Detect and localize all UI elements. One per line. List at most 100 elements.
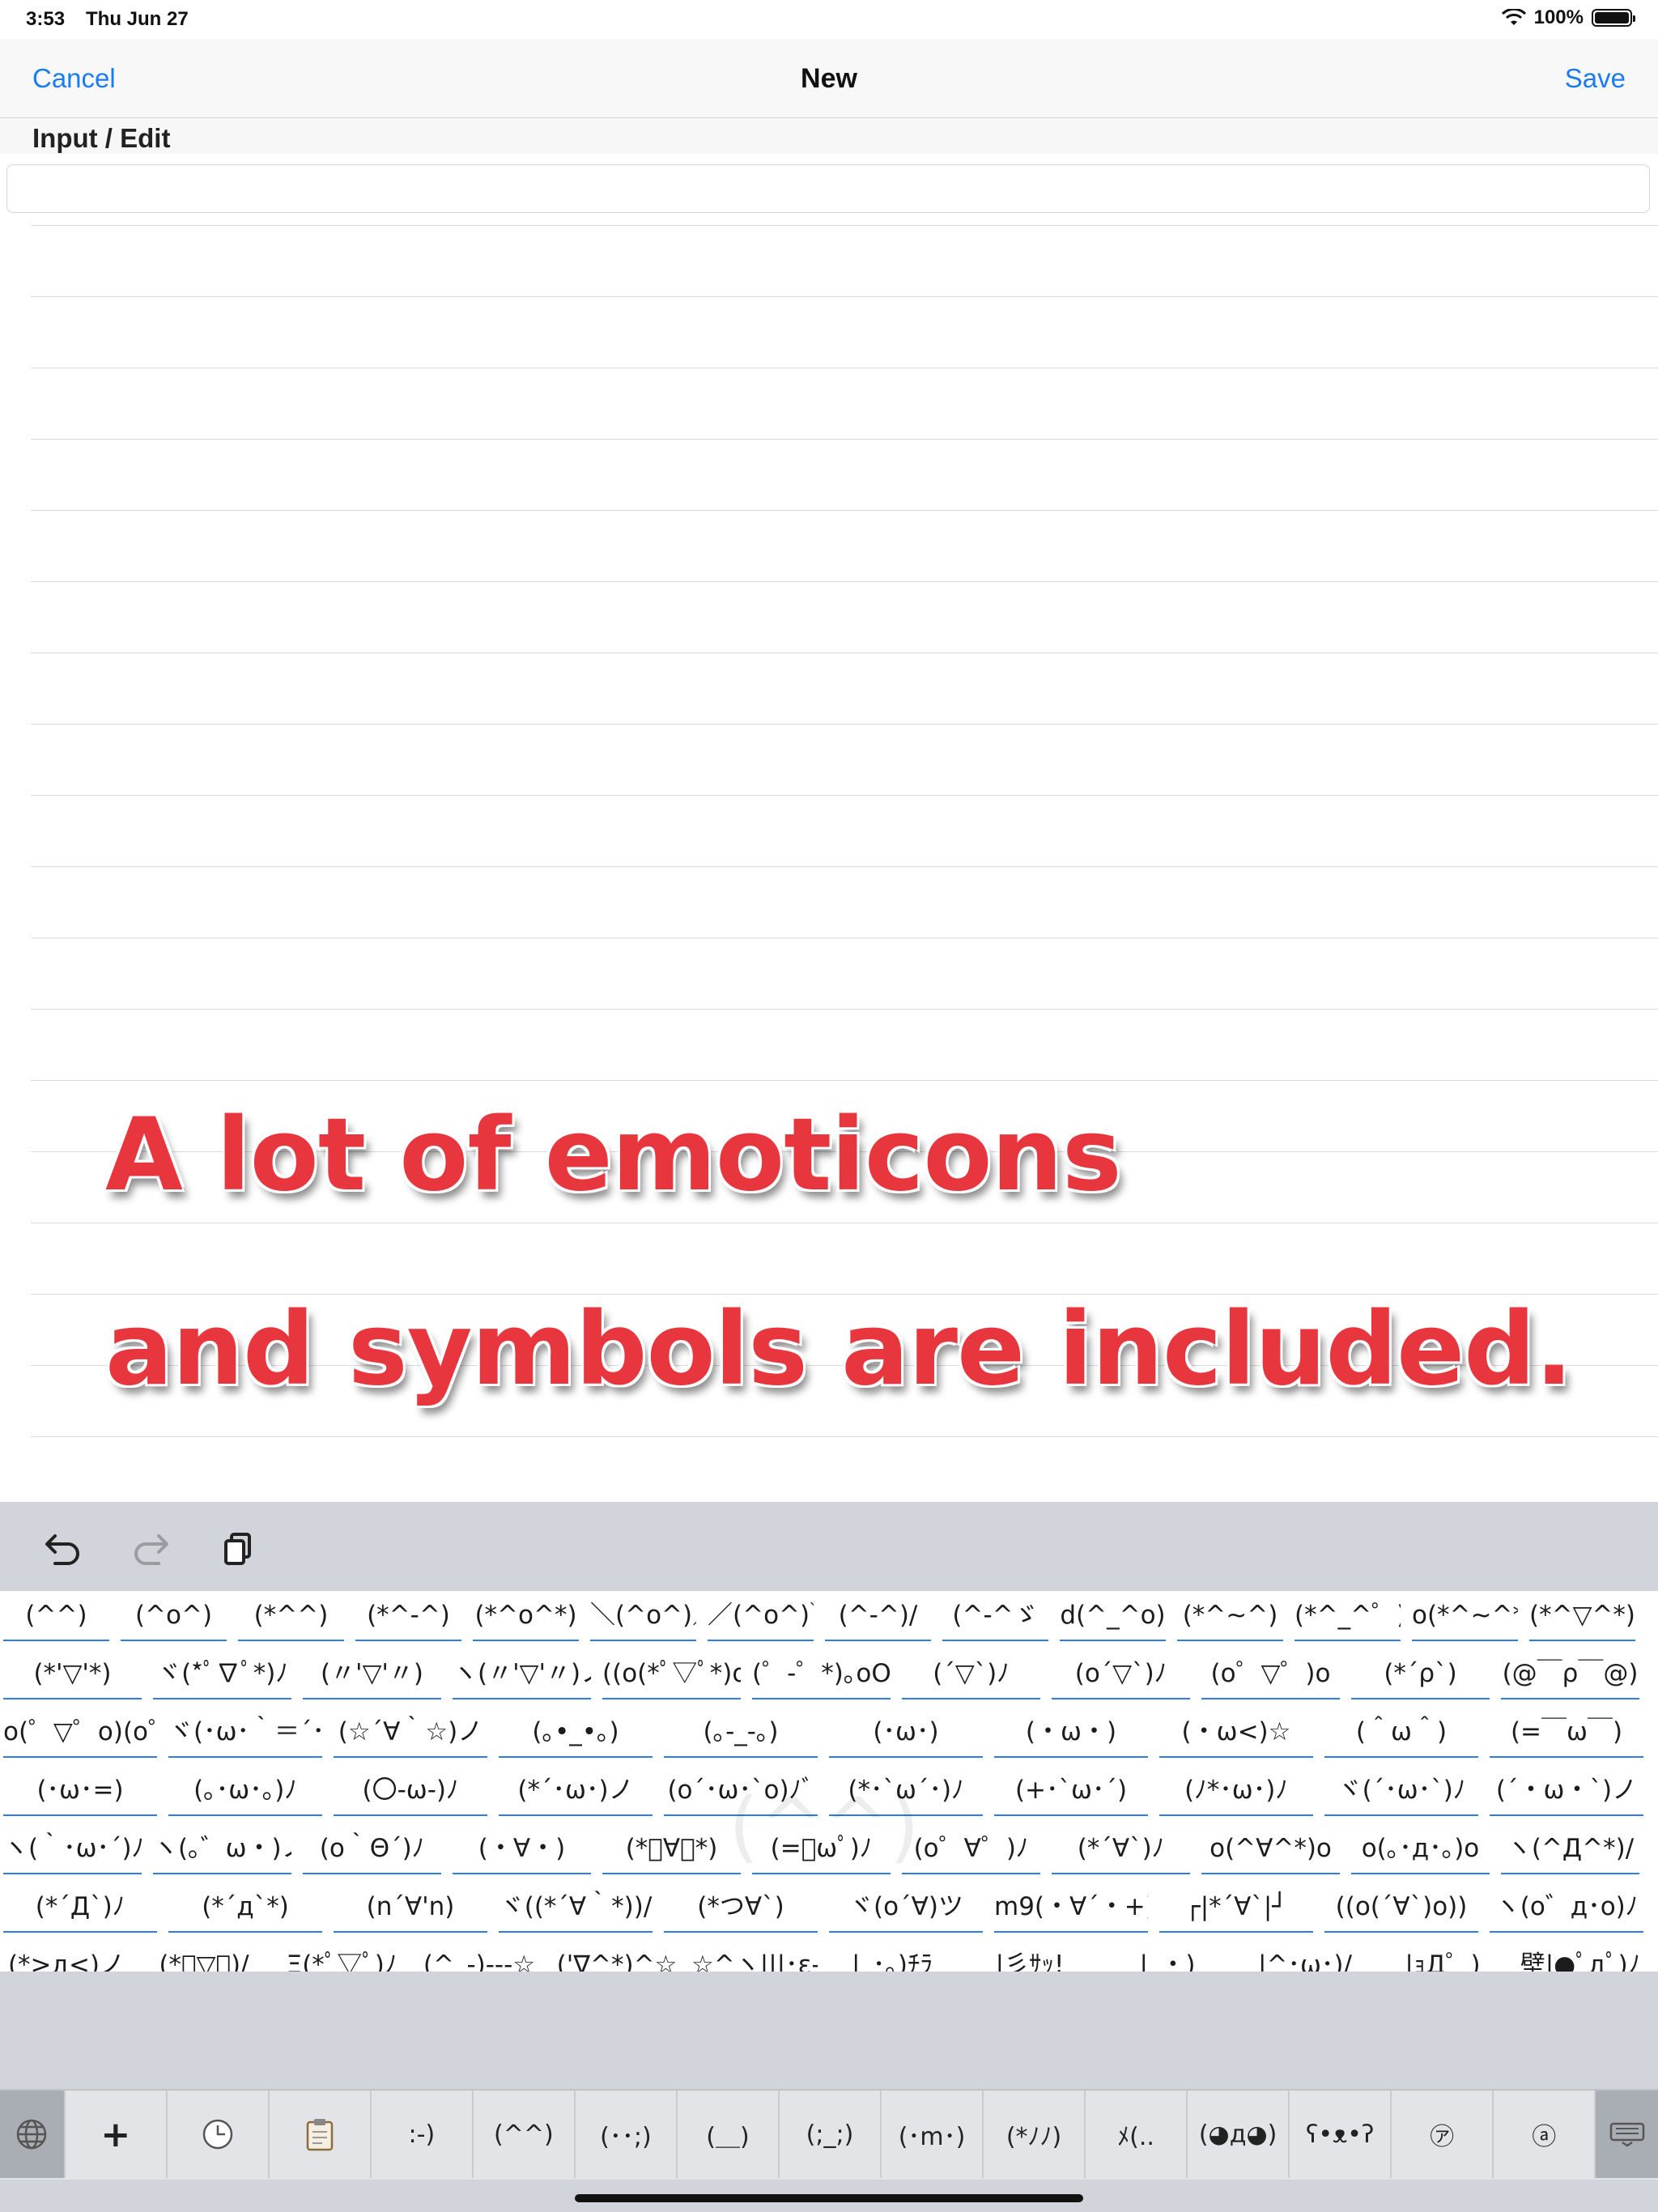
add-emoticon-button[interactable]: +: [66, 2091, 168, 2178]
emoticon-key[interactable]: (^^): [3, 1591, 109, 1641]
category-tab-5[interactable]: (;_;): [780, 2091, 882, 2178]
emoticon-key[interactable]: (゜-゜*)｡oO(): [752, 1649, 891, 1699]
emoticon-key[interactable]: (´▽`)ﾉ: [902, 1649, 1040, 1699]
emoticon-key[interactable]: (・ω<)☆: [1159, 1708, 1313, 1758]
emoticon-key[interactable]: m9(・∀´・+): [994, 1882, 1148, 1933]
emoticon-key[interactable]: ヾ(o´∀)ツ: [829, 1882, 983, 1933]
emoticon-key[interactable]: (*^^): [238, 1591, 344, 1641]
emoticon-key[interactable]: (*つ∀`): [664, 1882, 818, 1933]
emoticon-key[interactable]: (@￣ρ￣@): [1501, 1649, 1639, 1699]
home-indicator[interactable]: [575, 2194, 1083, 2202]
emoticon-key[interactable]: (o｀Θ´)ﾉ: [303, 1824, 441, 1874]
category-tab-7[interactable]: (*ﾉﾉ): [984, 2091, 1086, 2178]
emoticon-key[interactable]: (｡-_-｡): [664, 1708, 818, 1758]
emoticon-key[interactable]: ヾ(*ﾟ∇ﾟ*)ﾉ: [153, 1649, 291, 1699]
emoticon-key[interactable]: (=ﾟωﾟ)ﾉ: [752, 1824, 891, 1874]
emoticon-key[interactable]: ヾ(´･ω･`)ﾉ: [1324, 1766, 1478, 1816]
emoticon-key[interactable]: (o´▽`)ﾉ: [1052, 1649, 1190, 1699]
emoticon-key[interactable]: (*ﾟ∀ﾟ*): [602, 1824, 741, 1874]
emoticon-key[interactable]: d(^_^o): [1060, 1591, 1166, 1641]
emoticon-key[interactable]: (´・ω・`)ノ: [1490, 1766, 1643, 1816]
emoticon-key[interactable]: |彡ｻｯ!: [967, 1941, 1093, 1972]
emoticon-key[interactable]: ヾ((*´∀｀*))/: [499, 1882, 653, 1933]
emoticon-key[interactable]: ＼(^o^)／: [590, 1591, 696, 1641]
emoticon-key[interactable]: |ｮД゜): [1380, 1941, 1506, 1972]
emoticon-key[interactable]: (〃'▽'〃): [303, 1649, 441, 1699]
category-tab-2[interactable]: (^^): [474, 2091, 576, 2178]
category-tab-3[interactable]: (･･;): [576, 2091, 678, 2178]
emoticon-key[interactable]: (･ω･): [829, 1708, 983, 1758]
redo-icon[interactable]: [128, 1526, 173, 1572]
keyboard-hide-icon[interactable]: [1596, 2091, 1658, 2178]
category-tab-9[interactable]: (◕д◕): [1188, 2091, 1290, 2178]
emoticon-key[interactable]: ヽ(〃'▽'〃)ノ: [453, 1649, 591, 1699]
emoticon-key[interactable]: (^_-)---☆: [416, 1941, 542, 1972]
copy-icon[interactable]: [215, 1526, 261, 1572]
emoticon-key[interactable]: 壁|●ﾟдﾟ)ﾉ: [1517, 1941, 1643, 1972]
emoticon-key[interactable]: ヽ(｡゛ω・)ノ: [153, 1824, 291, 1874]
emoticon-key[interactable]: o(｡･д･｡)o: [1351, 1824, 1490, 1874]
category-tab-8[interactable]: ﾒ(..: [1086, 2091, 1188, 2178]
emoticon-key[interactable]: o(*^~^*)o: [1412, 1591, 1518, 1641]
emoticon-key[interactable]: ヽ(｀･ω･´)ﾉ: [3, 1824, 142, 1874]
emoticon-key[interactable]: (*^-^): [355, 1591, 461, 1641]
category-tab-6[interactable]: (･m･): [882, 2091, 984, 2178]
history-tab[interactable]: [168, 2091, 270, 2178]
emoticon-key[interactable]: ヽ(o゛д･o)ﾉ: [1490, 1882, 1643, 1933]
emoticon-key[interactable]: (^-^ゞ: [942, 1591, 1048, 1641]
emoticon-key[interactable]: ┌|*´∀`|┘: [1159, 1882, 1313, 1933]
emoticon-key[interactable]: (*>д<)ノ: [3, 1941, 130, 1972]
emoticon-key[interactable]: (ﾉ*･ω･)ﾉ: [1159, 1766, 1313, 1816]
emoticon-key[interactable]: (o゜∀゜)ﾉ: [902, 1824, 1040, 1874]
emoticon-input[interactable]: [7, 165, 1649, 212]
emoticon-key[interactable]: ヾ(･ω･｀＝´･ω･)ﾉ: [168, 1708, 322, 1758]
emoticon-key[interactable]: ／(^o^)＼: [708, 1591, 814, 1641]
category-tab-12[interactable]: ⓐ: [1494, 2091, 1596, 2178]
emoticon-key[interactable]: (*´Д`)ﾉ: [3, 1882, 157, 1933]
emoticon-key[interactable]: (･ω･=): [3, 1766, 157, 1816]
emoticon-key[interactable]: ヽ(^Д^*)/: [1501, 1824, 1639, 1874]
emoticon-key[interactable]: (*´･ω･)ノ: [499, 1766, 653, 1816]
emoticon-key[interactable]: (^-^)/: [825, 1591, 931, 1641]
category-tab-11[interactable]: ㋐: [1392, 2091, 1494, 2178]
emoticon-key[interactable]: (｡･ω･｡)ﾉ: [168, 1766, 322, 1816]
emoticon-key[interactable]: |^･ω･)/: [1242, 1941, 1368, 1972]
emoticon-key[interactable]: (*･`ω´･)ﾉ: [829, 1766, 983, 1816]
emoticon-key[interactable]: (o´･ω･`o)ﾉﾞ: [664, 1766, 818, 1816]
emoticon-key[interactable]: (*´д`*): [168, 1882, 322, 1933]
emoticon-key[interactable]: |_･｡)ﾁﾗ: [829, 1941, 955, 1972]
category-tab-1[interactable]: :-): [372, 2091, 474, 2178]
emoticon-key[interactable]: (☆´∀｀☆)ノ: [334, 1708, 487, 1758]
category-tab-4[interactable]: (＿): [678, 2091, 780, 2178]
emoticon-key[interactable]: ('∇^*)^☆: [554, 1941, 680, 1972]
emoticon-key[interactable]: (+･`ω･´): [994, 1766, 1148, 1816]
emoticon-key[interactable]: (*^o^*): [473, 1591, 579, 1641]
globe-icon[interactable]: [0, 2091, 66, 2178]
clipboard-tab[interactable]: [270, 2091, 372, 2178]
save-button[interactable]: Save: [1565, 63, 1626, 94]
emoticon-key[interactable]: o(^∀^*)o: [1201, 1824, 1340, 1874]
emoticon-key[interactable]: Ξ(*ﾟ▽ﾟ)ﾉ: [278, 1941, 405, 1972]
emoticon-key[interactable]: (・∀・): [453, 1824, 591, 1874]
emoticon-key[interactable]: (*'▽'*): [3, 1649, 142, 1699]
emoticon-key[interactable]: ☆^ヽ|||･ε-|||: [691, 1941, 818, 1972]
category-tab-10[interactable]: ʕ•ᴥ•ʔ: [1290, 2091, 1392, 2178]
edit-field[interactable]: [6, 164, 1650, 213]
emoticon-key[interactable]: (*´∀`)ﾉ: [1052, 1824, 1190, 1874]
emoticon-key[interactable]: (〇-ω-)ﾉ: [334, 1766, 487, 1816]
emoticon-key[interactable]: ((o(*ﾟ▽ﾟ*)o)): [602, 1649, 741, 1699]
emoticon-key[interactable]: (｡•_•｡): [499, 1708, 653, 1758]
emoticon-key[interactable]: (n´∀'n): [334, 1882, 487, 1933]
emoticon-key[interactable]: (*^_^゜): [1295, 1591, 1401, 1641]
emoticon-key[interactable]: (・ω・): [994, 1708, 1148, 1758]
emoticon-key[interactable]: (o゜▽゜)o: [1201, 1649, 1340, 1699]
emoticon-key[interactable]: ((o(´∀`)o)): [1324, 1882, 1478, 1933]
emoticon-key[interactable]: (*´ρ`): [1351, 1649, 1490, 1699]
emoticon-key[interactable]: o(゜▽゜o)(o゜▽゜)o: [3, 1708, 157, 1758]
emoticon-key[interactable]: (*ﾟ▽ﾟ)/: [141, 1941, 267, 1972]
emoticon-key[interactable]: (=￣ω￣): [1490, 1708, 1643, 1758]
emoticon-key[interactable]: (*^▽^*): [1529, 1591, 1635, 1641]
undo-icon[interactable]: [40, 1526, 86, 1572]
emoticon-key[interactable]: (＾ω＾): [1324, 1708, 1478, 1758]
emoticon-key[interactable]: (*^~^): [1177, 1591, 1283, 1641]
